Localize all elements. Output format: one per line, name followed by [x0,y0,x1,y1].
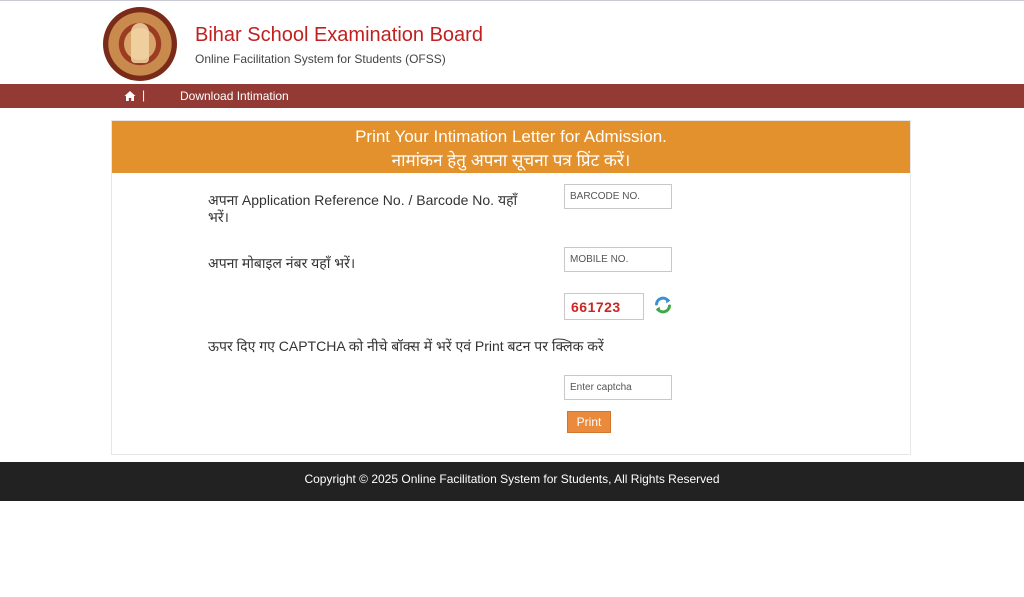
bseb-logo[interactable] [103,7,177,81]
copyright-text: Copyright © 2025 Online Facilitation Sys… [304,472,720,486]
barcode-input[interactable] [564,184,672,209]
site-header: Bihar School Examination Board Online Fa… [0,1,1024,83]
main-navbar: | Download Intimation [0,84,1024,108]
barcode-label: अपना Application Reference No. / Barcode… [208,192,518,225]
intimation-form-panel: Print Your Intimation Letter for Admissi… [111,120,911,455]
form-heading-hindi: नामांकन हेतु अपना सूचना पत्र प्रिंट करें… [391,151,631,170]
captcha-instruction: ऊपर दिए गए CAPTCHA को नीचे बॉक्स में भरे… [208,338,604,354]
form-heading-english: Print Your Intimation Letter for Admissi… [355,127,667,146]
home-icon[interactable] [124,90,136,102]
captcha-image: 661723 [564,293,644,320]
nav-separator: | [142,88,146,102]
refresh-icon[interactable] [653,295,673,315]
site-footer: Copyright © 2025 Online Facilitation Sys… [0,462,1024,501]
site-subtitle: Online Facilitation System for Students … [195,52,446,66]
print-button[interactable]: Print [567,411,611,433]
mobile-input[interactable] [564,247,672,272]
captcha-input[interactable] [564,375,672,400]
nav-download-intimation[interactable]: Download Intimation [180,89,289,103]
site-title: Bihar School Examination Board [195,24,483,46]
mobile-label: अपना मोबाइल नंबर यहाँ भरें। [208,255,356,271]
emblem-figure [131,23,149,63]
form-heading: Print Your Intimation Letter for Admissi… [112,121,910,173]
